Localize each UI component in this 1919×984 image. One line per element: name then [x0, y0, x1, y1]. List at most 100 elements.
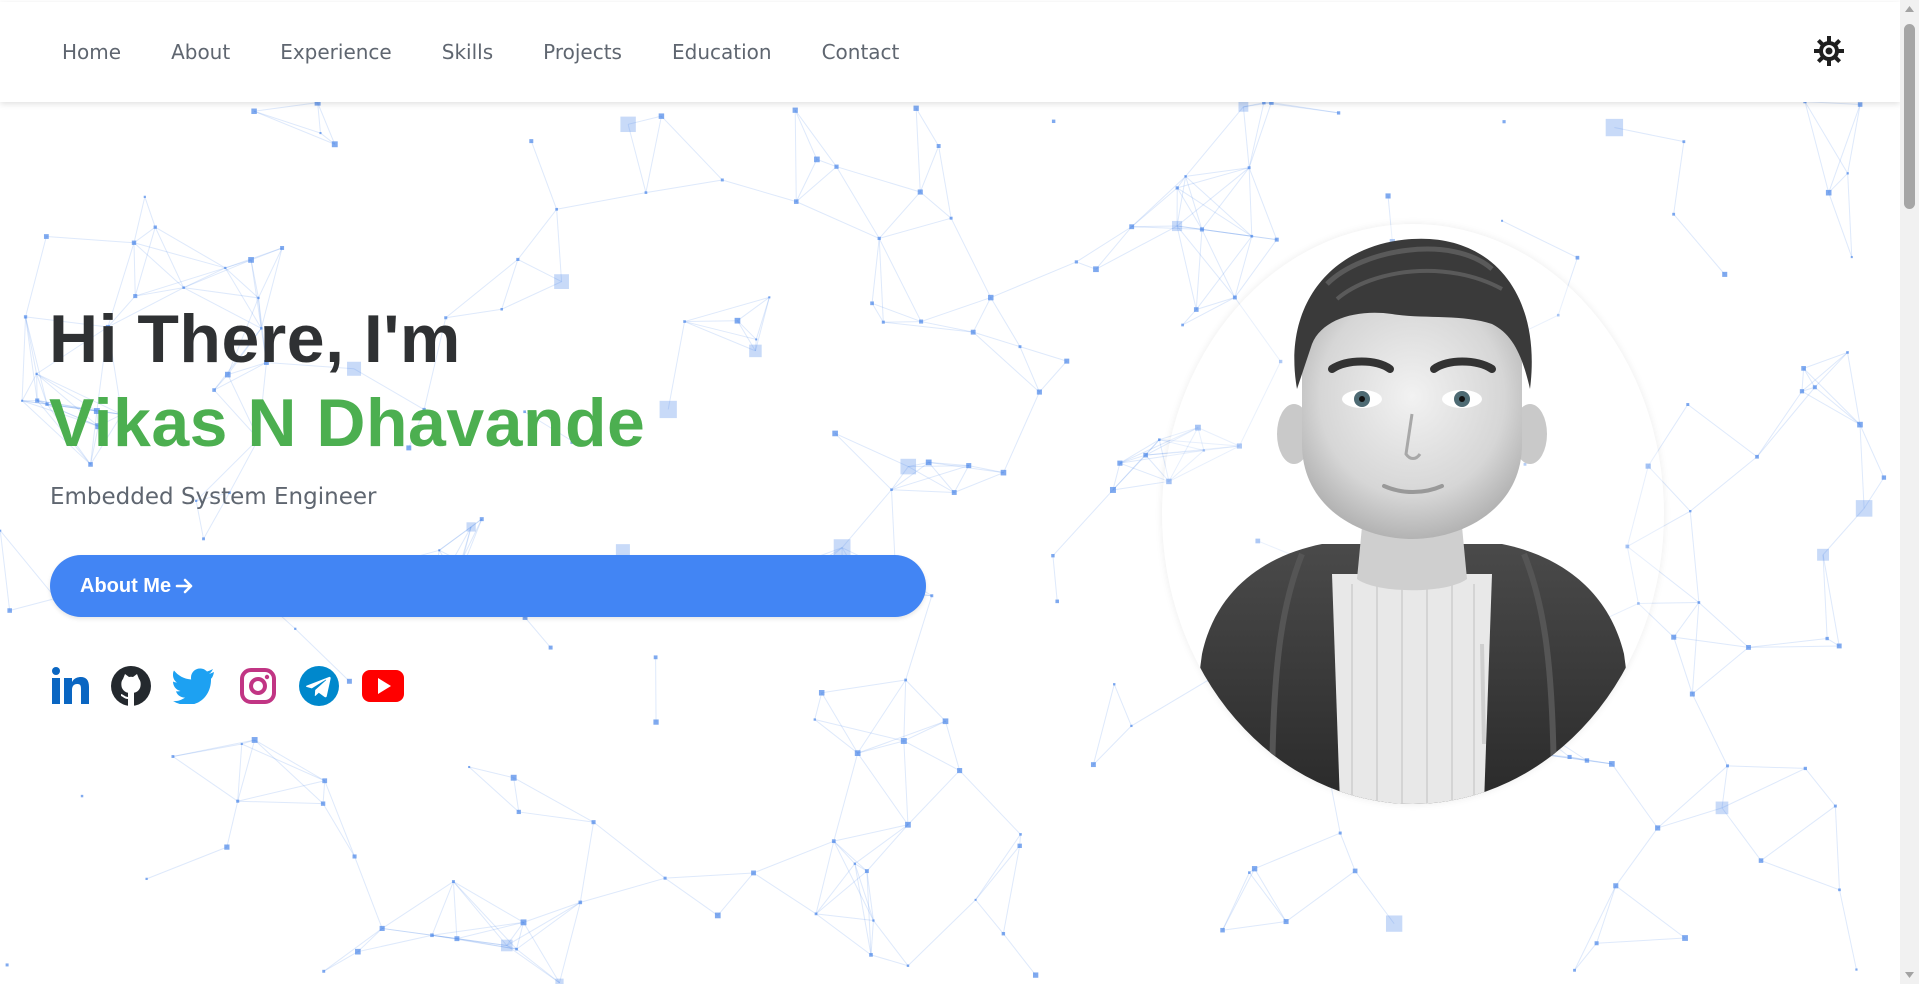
- particle-dot: [143, 195, 146, 198]
- particle-dot: [1801, 366, 1806, 371]
- particle-dot: [280, 246, 285, 250]
- particle-dot: [659, 400, 677, 419]
- particle-dot: [904, 678, 908, 682]
- particle-dot: [346, 678, 352, 684]
- nav-skills[interactable]: Skills: [442, 40, 493, 64]
- particle-dot: [913, 105, 919, 111]
- particle-link: [753, 872, 817, 915]
- particle-dot: [319, 132, 322, 135]
- particle-dot: [1250, 234, 1254, 238]
- twitter-link[interactable]: [172, 664, 216, 708]
- particle-link: [722, 179, 797, 203]
- particle-link: [871, 238, 880, 304]
- nav-home[interactable]: Home: [62, 40, 121, 64]
- linkedin-link[interactable]: [48, 664, 92, 708]
- particle-dot: [516, 809, 521, 815]
- particle-dot: [814, 156, 820, 163]
- nav-projects[interactable]: Projects: [543, 40, 622, 64]
- particle-link: [938, 145, 952, 219]
- telegram-link[interactable]: [297, 664, 341, 708]
- particle-link: [834, 432, 909, 468]
- particle-link: [1838, 889, 1857, 970]
- particle-link: [1611, 763, 1659, 829]
- particle-link: [857, 720, 946, 754]
- particle-link: [755, 297, 770, 340]
- particle-dot: [1672, 212, 1676, 216]
- particle-link: [154, 226, 185, 288]
- particle-link: [878, 238, 884, 323]
- particle-dot: [1836, 643, 1842, 649]
- particle-link: [1052, 555, 1058, 602]
- particle-link: [1756, 386, 1816, 458]
- particle-dot: [1117, 460, 1123, 466]
- particle-link: [1254, 868, 1287, 922]
- particle-dot: [1682, 140, 1686, 144]
- particle-dot: [1855, 500, 1873, 517]
- particle-link: [794, 110, 797, 202]
- twitter-icon: [173, 668, 214, 704]
- particle-dot: [1857, 102, 1863, 107]
- instagram-link[interactable]: [236, 664, 280, 708]
- particle-dot: [900, 738, 907, 744]
- particle-dot: [1352, 868, 1358, 874]
- scroll-down-arrow-icon[interactable]: [1904, 970, 1915, 980]
- particle-link: [322, 780, 326, 804]
- scroll-up-arrow-icon[interactable]: [1904, 4, 1915, 14]
- nav-about[interactable]: About: [171, 40, 230, 64]
- particle-link: [883, 321, 974, 333]
- particle-link: [431, 881, 454, 936]
- particle-link: [975, 899, 1004, 935]
- youtube-link[interactable]: [361, 664, 405, 708]
- particle-dot: [1850, 256, 1853, 259]
- particle-link: [1657, 807, 1723, 829]
- particle-dot: [1247, 166, 1251, 170]
- particle-dot: [251, 737, 258, 743]
- youtube-icon: [362, 670, 404, 702]
- particle-link: [1076, 226, 1132, 263]
- particle-link: [452, 881, 458, 939]
- nav-education[interactable]: Education: [672, 40, 772, 64]
- particle-link: [1803, 351, 1848, 369]
- nav-experience[interactable]: Experience: [280, 40, 392, 64]
- about-me-button[interactable]: About Me: [50, 555, 926, 617]
- particle-dot: [1036, 389, 1042, 395]
- scrollbar[interactable]: [1900, 0, 1919, 984]
- nav-contact[interactable]: Contact: [822, 40, 900, 64]
- particle-dot: [751, 870, 756, 876]
- particle-link: [516, 948, 560, 984]
- particle-dot: [951, 490, 957, 495]
- particle-dot: [917, 189, 923, 195]
- particle-dot: [1846, 351, 1849, 354]
- particle-link: [945, 721, 961, 771]
- particle-dot: [1274, 237, 1279, 242]
- particle-link: [1596, 885, 1617, 944]
- theme-toggle-button[interactable]: [1812, 34, 1846, 68]
- particle-link: [253, 110, 321, 134]
- particle-dot: [515, 947, 518, 951]
- particle-dot: [1385, 915, 1403, 932]
- particle-dot: [1232, 295, 1237, 300]
- github-link[interactable]: [109, 664, 153, 708]
- scrollbar-thumb[interactable]: [1904, 24, 1915, 209]
- particle-dot: [454, 936, 460, 942]
- particle-link: [667, 321, 686, 410]
- particle-link: [580, 877, 666, 903]
- particle-link: [903, 679, 907, 741]
- particle-dot: [1129, 224, 1135, 230]
- particle-dot: [1001, 932, 1006, 936]
- particle-link: [1847, 173, 1853, 258]
- particle-dot: [224, 844, 230, 850]
- nav-links: Home About Experience Skills Projects Ed…: [62, 40, 949, 64]
- particle-link: [1756, 390, 1803, 458]
- particle-dot: [451, 880, 455, 884]
- particle-dot: [853, 862, 857, 865]
- particle-link: [919, 191, 952, 219]
- particle-link: [517, 208, 558, 260]
- particle-link: [1760, 805, 1836, 861]
- particle-link: [1039, 360, 1068, 393]
- particle-link: [133, 242, 136, 297]
- particle-dot: [294, 627, 297, 630]
- particle-link: [903, 720, 946, 742]
- particle-link: [627, 124, 647, 193]
- particle-link: [1804, 101, 1849, 174]
